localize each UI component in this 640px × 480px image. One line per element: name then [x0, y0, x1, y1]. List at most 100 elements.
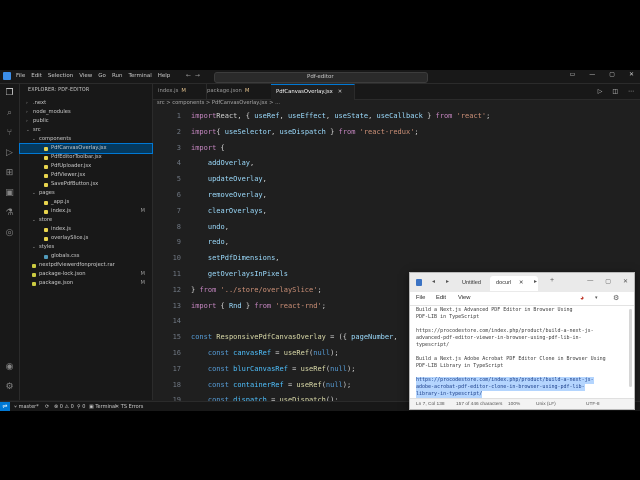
code-token: , — [262, 206, 267, 215]
tab-pdfcanvasoverlay[interactable]: PdfCanvasOverlay.jsx ✕ — [271, 84, 355, 100]
notepad-menu-edit[interactable]: Edit — [436, 292, 446, 305]
notepad-menu-file[interactable]: File — [416, 292, 425, 305]
chevron-down-icon[interactable]: ⌄ — [32, 243, 36, 252]
ts-errors-status[interactable]: ✕ TS Errors — [115, 402, 143, 411]
settings-gear-icon[interactable]: ⚙ — [4, 382, 15, 393]
forward-arrow-icon[interactable]: → — [195, 72, 200, 79]
notepad-text-area[interactable]: Build a Next.js Advanced PDF Editor in B… — [410, 305, 634, 399]
tree-file[interactable]: package-lock.json M — [20, 270, 152, 279]
tab-package-json[interactable]: package.json M — [202, 84, 276, 99]
back-arrow-icon[interactable]: ← — [186, 72, 191, 79]
notepad-tab-untitled[interactable]: Untitled — [462, 276, 481, 291]
layout-icon[interactable]: ▭ — [570, 71, 576, 78]
breadcrumb[interactable]: src > components > PdfCanvasOverlay.jsx … — [157, 100, 280, 106]
copilot-icon[interactable]: ◕ — [580, 292, 584, 305]
chevron-down-icon[interactable]: ⌄ — [32, 189, 36, 198]
command-center-search[interactable]: Pdf-editor — [214, 72, 428, 83]
branch-status[interactable]: ⑂ master* — [14, 402, 39, 411]
tree-folder[interactable]: ⌄ src — [20, 126, 152, 135]
source-control-icon[interactable]: ⑂ — [4, 128, 15, 139]
split-editor-icon[interactable]: ◫ — [612, 88, 618, 95]
account-icon[interactable]: ◉ — [4, 362, 15, 373]
testing-icon[interactable]: ⚗ — [4, 208, 15, 219]
tree-file[interactable]: index.js — [20, 225, 152, 234]
remote-indicator-icon[interactable]: ⇌ — [0, 402, 10, 411]
tree-folder[interactable]: › node_modules — [20, 108, 152, 117]
tree-item-label: node_modules — [33, 109, 71, 115]
minimize-button[interactable]: — — [589, 71, 595, 78]
tab-scroll-right-icon[interactable]: ▸ — [446, 278, 449, 285]
tree-file[interactable]: PdfUploader.jsx — [20, 162, 152, 171]
tree-file[interactable]: overlaySlice.js — [20, 234, 152, 243]
chevron-down-icon[interactable]: ⌄ — [32, 216, 36, 225]
notepad-menu-view[interactable]: View — [458, 292, 470, 305]
extensions-icon[interactable]: ⊞ — [4, 168, 15, 179]
ports-status[interactable]: ⚲ 0 — [77, 402, 85, 411]
code-token: 'react-redux' — [355, 127, 415, 136]
tab-index-js[interactable]: index.js M — [153, 84, 207, 99]
search-icon[interactable]: ⌕ — [4, 108, 15, 119]
run-icon[interactable]: ▷ — [598, 88, 603, 95]
text-line: PDF-LIB in TypeScript — [416, 314, 480, 320]
notepad-close-button[interactable]: ✕ — [623, 278, 628, 285]
tree-folder[interactable]: ⌄ components — [20, 135, 152, 144]
menu-help[interactable]: Help — [158, 72, 171, 81]
vscode-logo-icon — [3, 72, 11, 80]
tree-file[interactable]: PdfCanvasOverlay.jsx — [19, 143, 153, 154]
tree-file[interactable]: PdfViewer.jsx — [20, 171, 152, 180]
menu-file[interactable]: File — [16, 72, 25, 81]
tree-item-label: globals.css — [51, 253, 80, 259]
zoom-level[interactable]: 100% — [508, 399, 520, 409]
remote-explorer-icon[interactable]: ▣ — [4, 188, 15, 199]
more-actions-icon[interactable]: ⋯ — [628, 88, 634, 95]
tree-file[interactable]: _app.js — [20, 198, 152, 207]
notepad-maximize-button[interactable]: ▢ — [605, 278, 611, 285]
menu-view[interactable]: View — [79, 72, 92, 81]
chevron-right-icon[interactable]: › — [26, 99, 28, 108]
run-debug-icon[interactable]: ▷ — [4, 148, 15, 159]
new-tab-icon[interactable]: + — [550, 277, 554, 284]
notepad-settings-icon[interactable]: ⚙ — [613, 292, 619, 305]
chat-icon[interactable]: ◎ — [4, 228, 15, 239]
notepad-scrollbar[interactable] — [629, 309, 632, 387]
tree-folder[interactable]: › .next — [20, 99, 152, 108]
tree-folder[interactable]: ⌄ pages — [20, 189, 152, 198]
tree-folder[interactable]: ⌄ styles — [20, 243, 152, 252]
menu-selection[interactable]: Selection — [48, 72, 73, 81]
chevron-down-icon[interactable]: ⌄ — [32, 135, 36, 144]
tab-close-icon[interactable]: ✕ — [338, 89, 342, 95]
tree-file[interactable]: globals.css — [20, 252, 152, 261]
line-number: 10 — [172, 254, 181, 263]
tree-file[interactable]: nextpdfviewerdfonproject.rar — [20, 261, 152, 270]
menu-run[interactable]: Run — [112, 72, 123, 81]
menu-terminal[interactable]: Terminal — [128, 72, 151, 81]
problems-status[interactable]: ⊗ 0 ⚠ 0 — [54, 402, 74, 411]
tree-file[interactable]: SavePdfButton.jsx — [20, 180, 152, 189]
file-type-icon — [44, 164, 48, 169]
copilot-dropdown-icon[interactable]: ▾ — [595, 292, 598, 305]
notepad-tab-docurl[interactable]: docurl ✕ — [490, 276, 538, 291]
sync-icon[interactable]: ⟳ — [45, 402, 49, 411]
tree-file[interactable]: package.json M — [20, 279, 152, 288]
encoding[interactable]: UTF-8 — [586, 399, 600, 409]
close-button[interactable]: ✕ — [629, 71, 634, 78]
chevron-down-icon[interactable]: ⌄ — [26, 126, 30, 135]
line-ending[interactable]: Unix (LF) — [536, 399, 556, 409]
chevron-right-icon[interactable]: › — [26, 117, 28, 126]
tree-file[interactable]: PdfEditorToolbar.jsx — [20, 153, 152, 162]
menu-go[interactable]: Go — [98, 72, 106, 81]
tab-list-arrow-icon[interactable]: ▸ — [534, 278, 537, 285]
chevron-right-icon[interactable]: › — [26, 108, 28, 117]
explorer-icon[interactable]: ❐ — [4, 88, 15, 99]
maximize-button[interactable]: ▢ — [609, 71, 615, 78]
tree-file[interactable]: index.js M — [20, 207, 152, 216]
terminal-status[interactable]: ▣ Terminal — [89, 402, 116, 411]
notepad-minimize-button[interactable]: — — [587, 278, 593, 285]
notepad-tab-close-icon[interactable]: ✕ — [519, 280, 524, 286]
tree-folder[interactable]: ⌄ store — [20, 216, 152, 225]
tree-folder[interactable]: › public — [20, 117, 152, 126]
menu-edit[interactable]: Edit — [31, 72, 42, 81]
code-token: null — [330, 364, 347, 373]
tab-scroll-left-icon[interactable]: ◂ — [432, 278, 435, 285]
